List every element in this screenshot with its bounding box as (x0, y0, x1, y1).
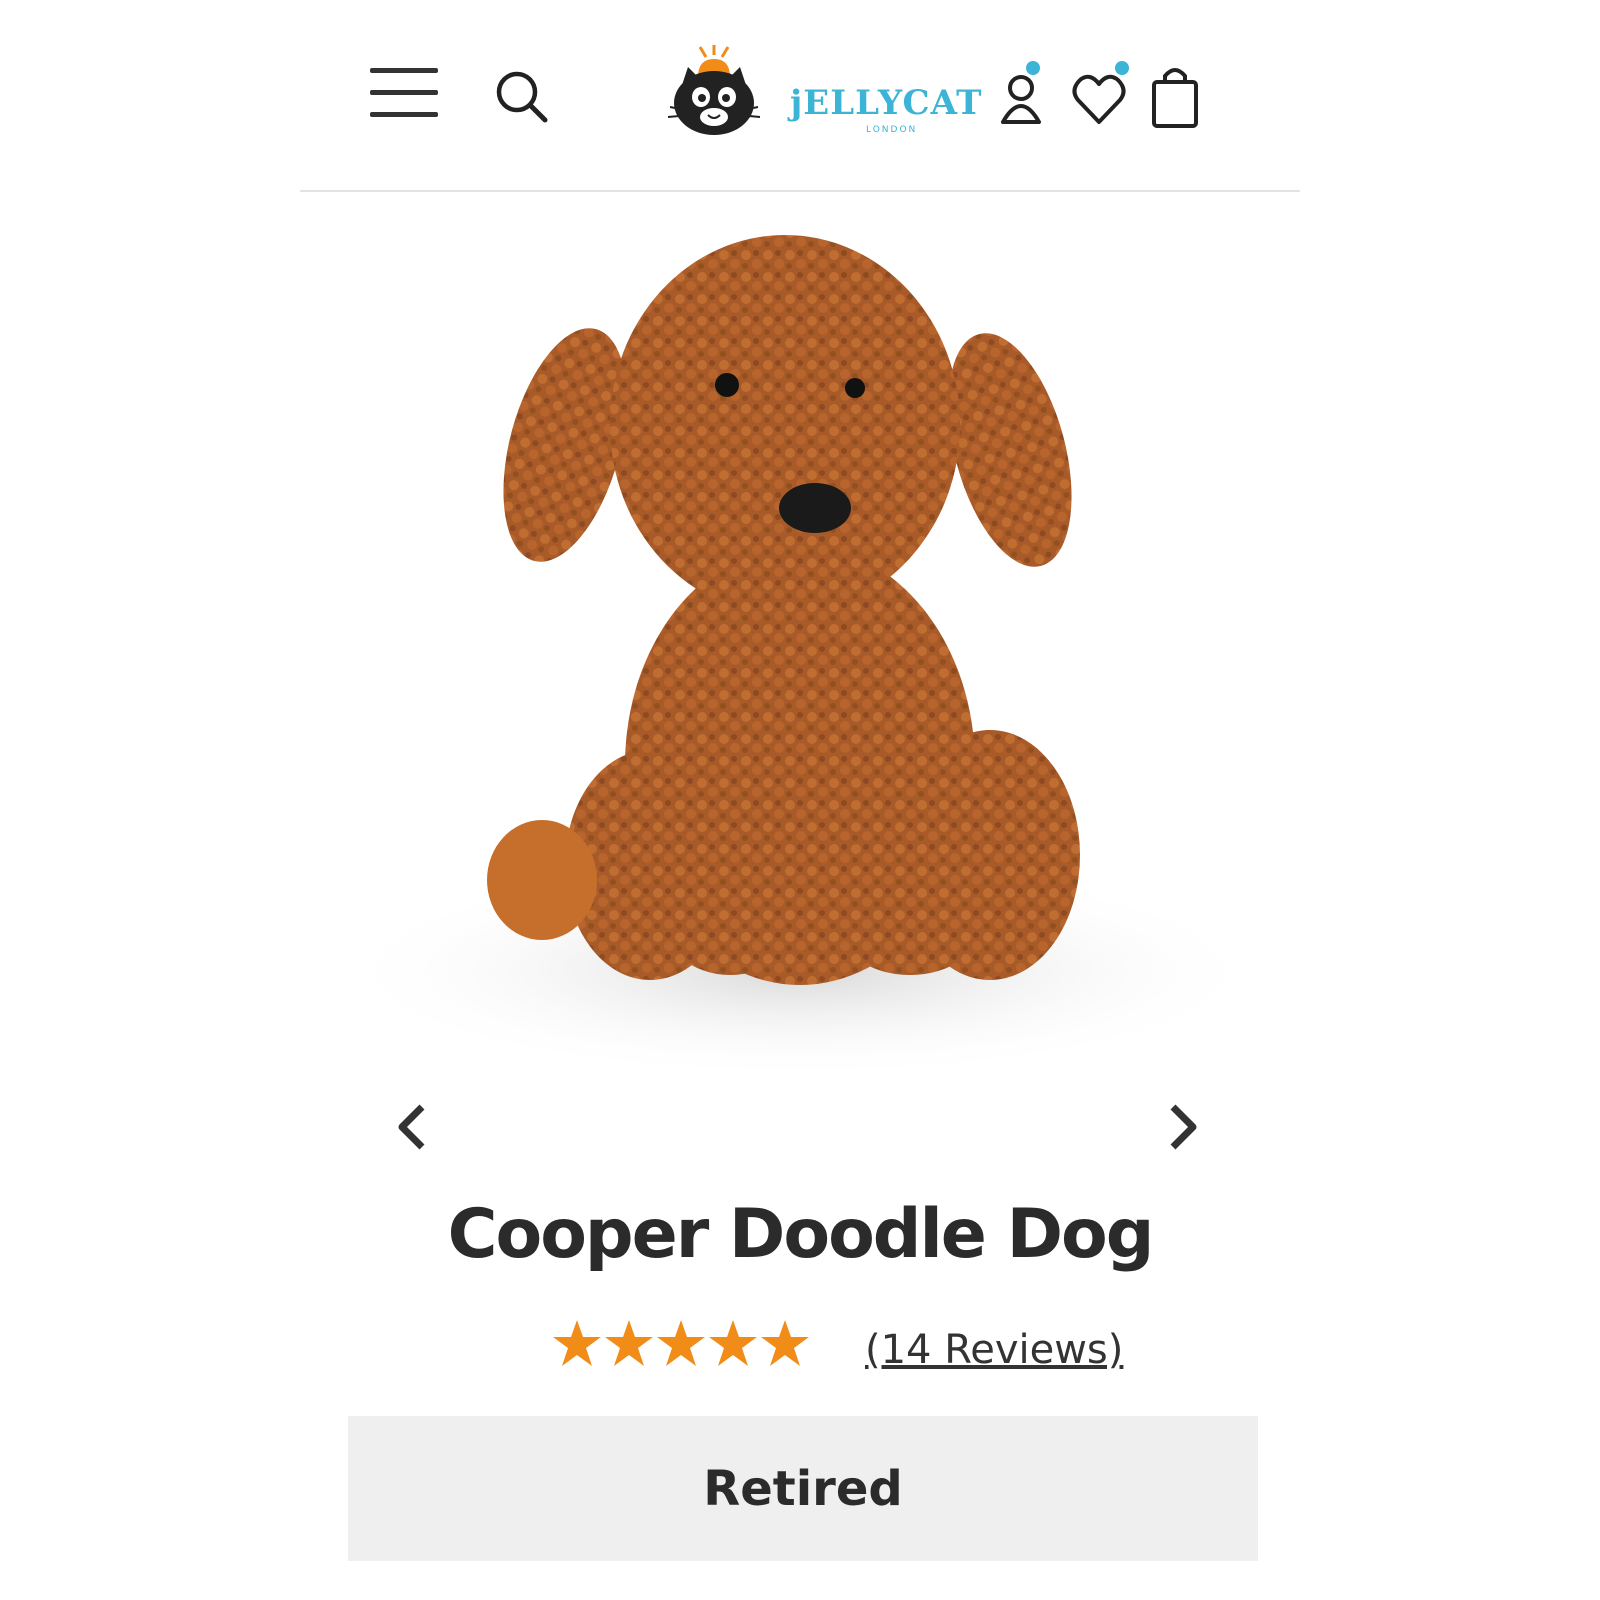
header-divider (300, 190, 1300, 192)
star-icons (553, 1320, 809, 1366)
reviews-link[interactable]: (14 Reviews) (865, 1327, 1123, 1373)
account-button[interactable] (995, 60, 1055, 130)
wishlist-button[interactable] (1072, 60, 1132, 130)
shopping-bag-button[interactable] (1148, 60, 1208, 130)
star-icon (761, 1320, 809, 1366)
chevron-left-icon (398, 1104, 425, 1150)
star-icon (657, 1320, 705, 1366)
product-title: Cooper Doodle Dog (447, 1195, 1155, 1274)
brand-name: jELLYCAT (790, 83, 983, 123)
cat-logo-icon (668, 45, 761, 135)
previous-image-button[interactable] (370, 1087, 450, 1167)
star-icon (553, 1320, 601, 1366)
search-button[interactable] (495, 70, 551, 126)
shopping-bag-icon (1152, 68, 1198, 128)
product-image (330, 235, 1270, 1080)
star-icon (605, 1320, 653, 1366)
product-image-carousel[interactable] (300, 205, 1300, 1167)
brand-subtitle: LONDON (866, 125, 918, 135)
menu-button[interactable] (370, 68, 438, 118)
next-image-button[interactable] (1145, 1087, 1225, 1167)
wishlist-heart-icon (1072, 61, 1129, 124)
search-icon (496, 71, 548, 123)
chevron-right-icon (1170, 1104, 1197, 1150)
site-header: jELLYCAT LONDON (300, 40, 1300, 140)
star-icon (709, 1320, 757, 1366)
account-icon (1001, 61, 1041, 124)
jellycat-logo[interactable]: jELLYCAT LONDON (668, 45, 981, 135)
star-rating (553, 1318, 813, 1378)
retired-status-button: Retired (348, 1416, 1258, 1561)
